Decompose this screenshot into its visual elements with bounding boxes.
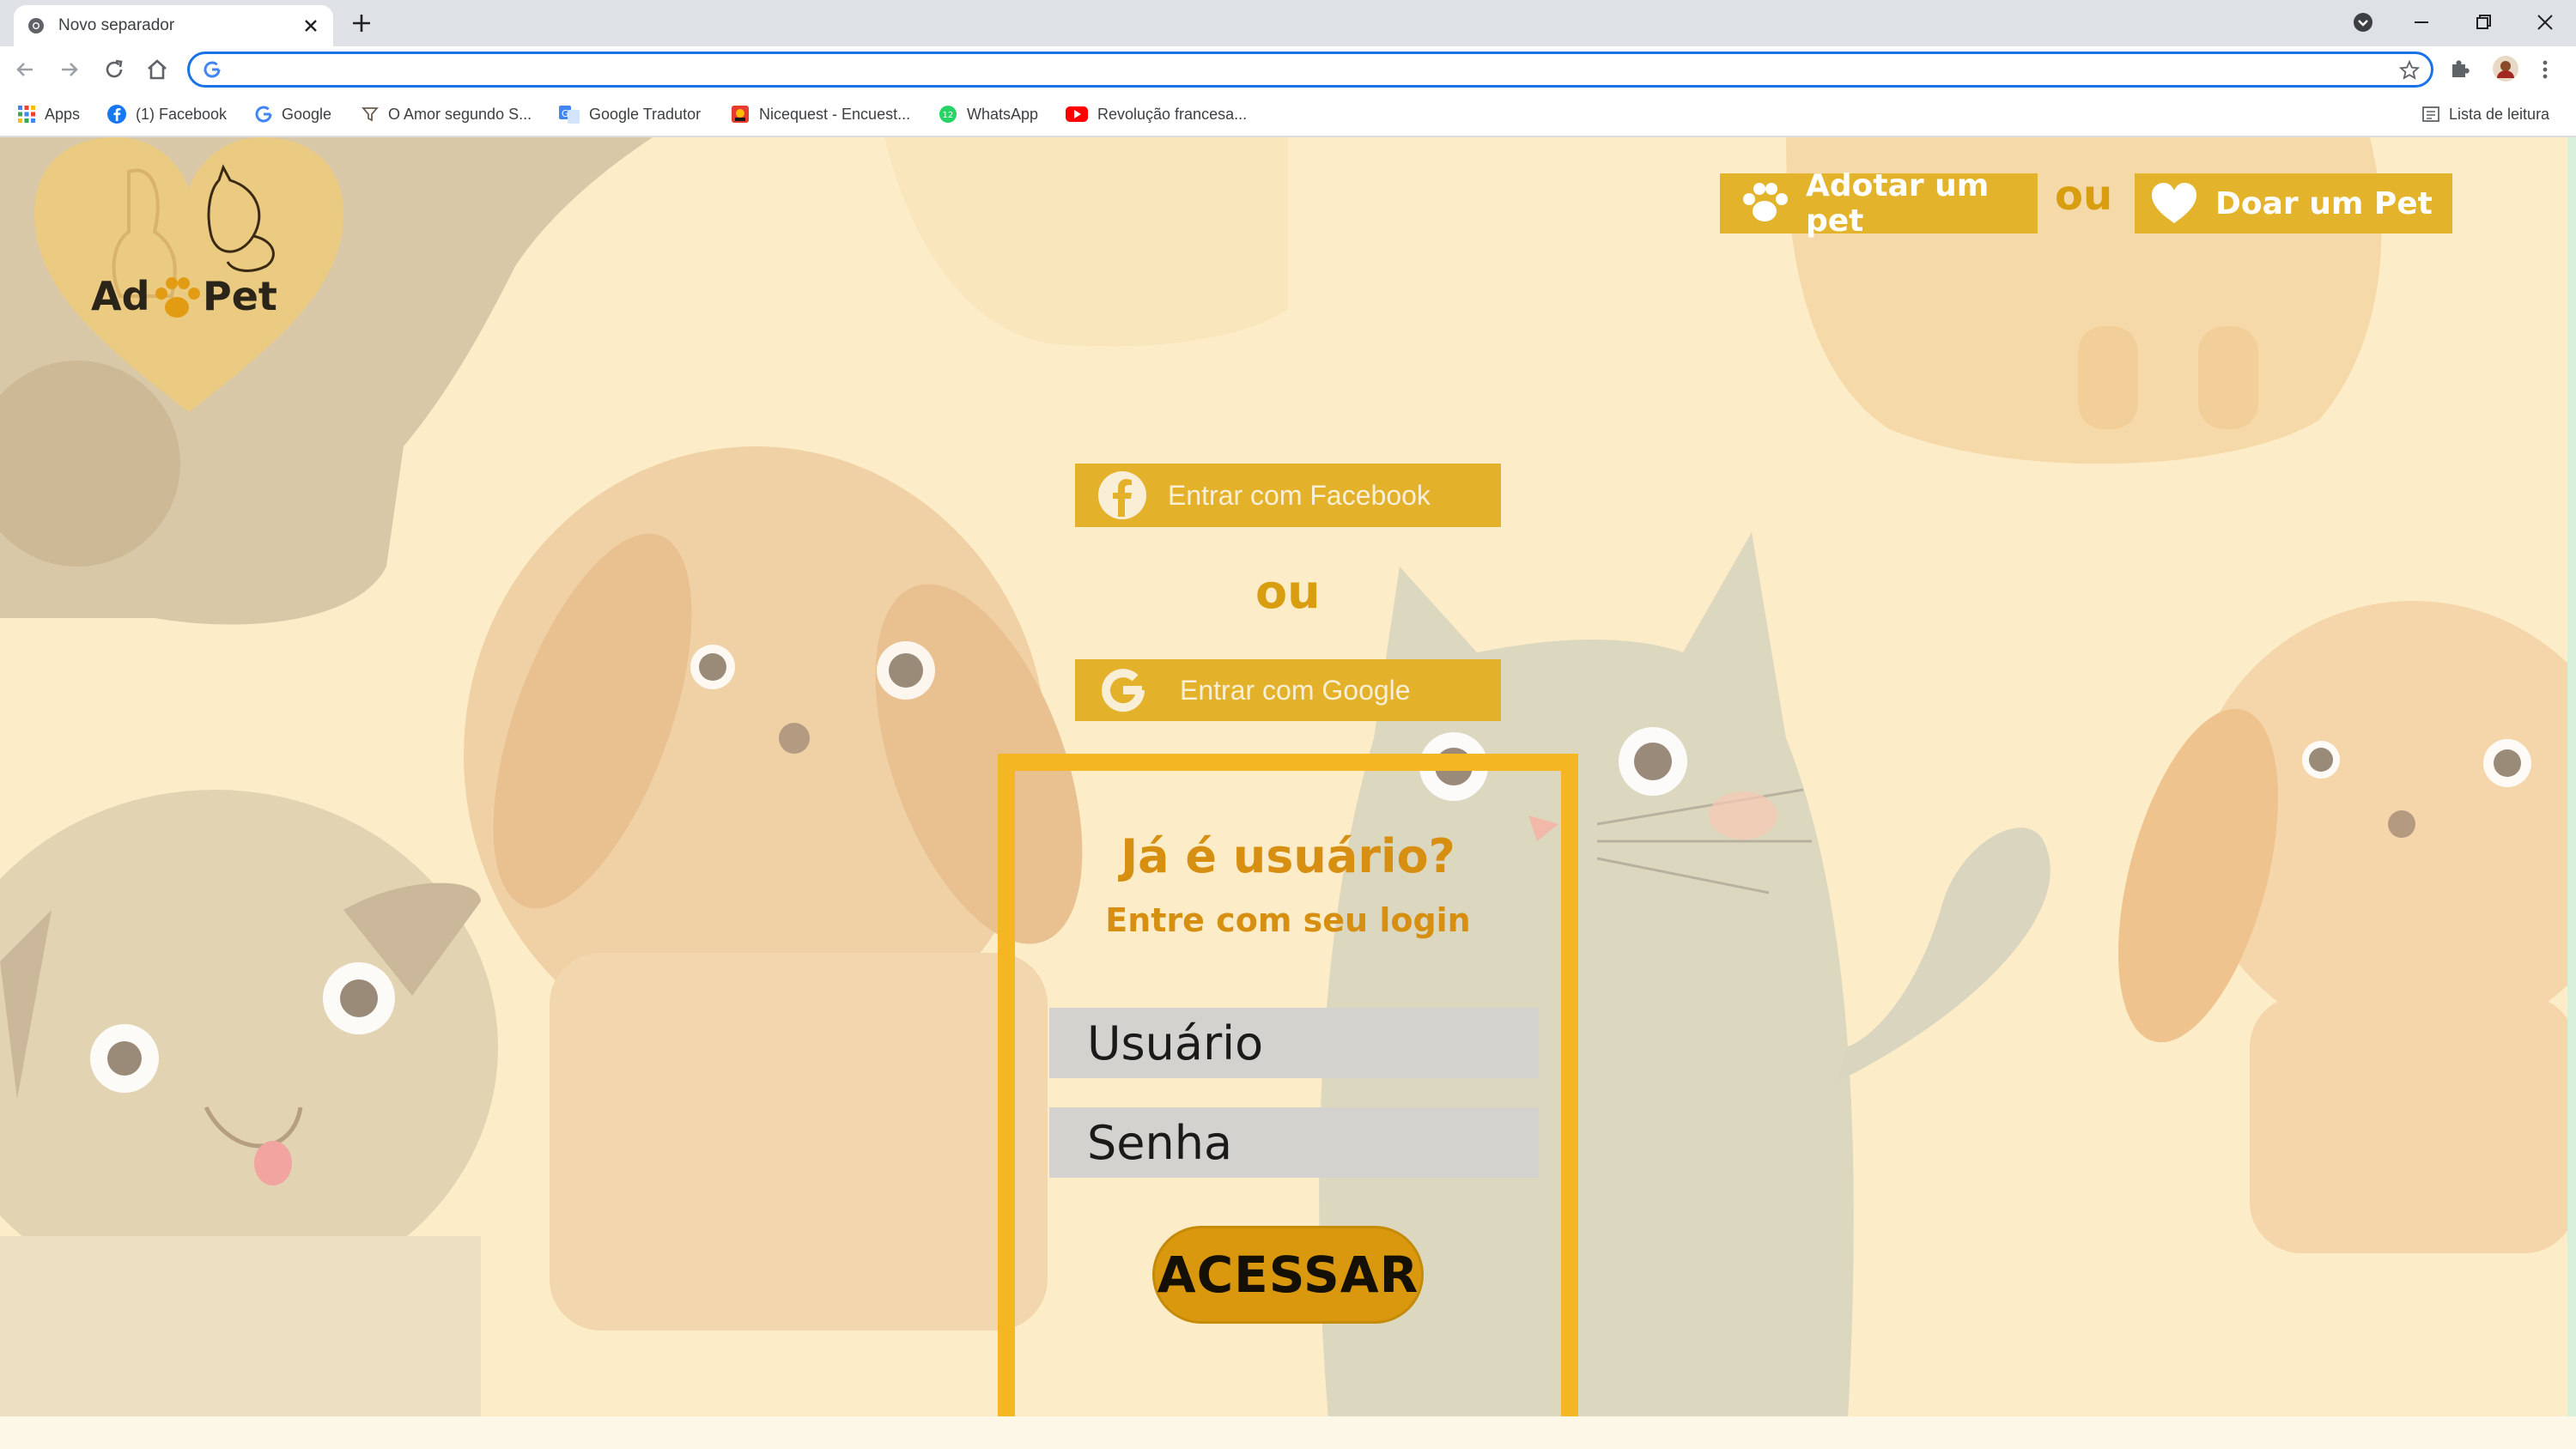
bookmark-star-icon[interactable]: [2398, 59, 2421, 82]
donate-pet-label: Doar um Pet: [2215, 185, 2433, 221]
google-icon: [202, 59, 222, 80]
donate-pet-button[interactable]: Doar um Pet: [2135, 173, 2452, 233]
menu-dots-icon[interactable]: [2535, 57, 2555, 82]
login-form: Já é usuário? Entre com seu login ACESSA…: [998, 754, 1578, 1449]
chrome-tab-icon: [27, 17, 45, 34]
translate-icon: G: [558, 104, 580, 124]
bookmark-label: O Amor segundo S...: [388, 105, 532, 123]
bookmark-nicequest[interactable]: Nicequest - Encuest...: [730, 93, 910, 136]
google-login-button[interactable]: Entrar com Google: [1075, 659, 1501, 721]
whatsapp-icon: 12: [938, 104, 958, 124]
back-icon[interactable]: [12, 57, 38, 82]
youtube-icon: [1065, 105, 1089, 124]
login-title: Já é usuário?: [1121, 829, 1455, 883]
svg-text:G: G: [562, 108, 569, 119]
logo-text-ad: Ad: [91, 273, 150, 319]
bookmark-o-amor[interactable]: O Amor segundo S...: [361, 93, 532, 136]
home-icon[interactable]: [144, 57, 170, 82]
reading-list-label: Lista de leitura: [2449, 105, 2550, 123]
page-right-edge: [2567, 137, 2576, 1416]
minimize-icon[interactable]: [2404, 5, 2439, 39]
browser-toolbar: [0, 46, 2576, 93]
bookmark-google[interactable]: Google: [254, 93, 331, 136]
page-footer-band: [0, 1416, 2576, 1449]
bookmark-facebook[interactable]: (1) Facebook: [106, 93, 227, 136]
bookmark-label: Google: [282, 105, 332, 123]
bookmark-label: (1) Facebook: [136, 105, 228, 123]
profile-avatar-icon[interactable]: [2492, 55, 2519, 82]
bookmark-label: WhatsApp: [967, 105, 1039, 123]
adopet-logo[interactable]: Ad Pet: [34, 137, 343, 421]
tab-search-icon[interactable]: [2346, 5, 2380, 39]
facebook-icon: [1097, 470, 1147, 520]
google-icon: [254, 105, 273, 124]
logo-text-pet: Pet: [203, 273, 277, 319]
reload-icon[interactable]: [101, 57, 127, 82]
header-or-text: ou: [2055, 172, 2113, 220]
adopt-pet-button[interactable]: Adotar um pet: [1720, 168, 2038, 239]
bookmarks-bar: Apps (1) Facebook Google O Amor segundo …: [0, 93, 2576, 137]
bookmark-whatsapp[interactable]: 12 WhatsApp: [938, 93, 1038, 136]
submit-button[interactable]: ACESSAR: [1152, 1226, 1424, 1324]
reading-list-icon: [2421, 105, 2440, 124]
bookmark-label: Nicequest - Encuest...: [759, 105, 911, 123]
restore-icon[interactable]: [2466, 5, 2500, 39]
browser-tab-bar: Novo separador: [0, 0, 2576, 46]
page-content: Ad Pet Adotar um pet ou Doar um Pet Entr…: [0, 137, 2576, 1449]
paw-icon: [1741, 182, 1789, 225]
bookmark-google-tradutor[interactable]: G Google Tradutor: [558, 93, 701, 136]
adopt-pet-label: Adotar um pet: [1806, 168, 1990, 239]
address-bar[interactable]: [187, 52, 2433, 88]
login-subtitle: Entre com seu login: [1105, 901, 1471, 939]
password-input[interactable]: [1049, 1107, 1539, 1178]
bookmark-apps[interactable]: Apps: [17, 93, 80, 136]
apps-grid-icon: [17, 105, 36, 124]
close-tab-icon[interactable]: [301, 15, 321, 36]
google-icon: [1097, 664, 1149, 716]
bookmark-label: Google Tradutor: [589, 105, 702, 123]
extensions-puzzle-icon[interactable]: [2447, 57, 2471, 81]
bookmark-label: Revolução francesa...: [1097, 105, 1248, 123]
svg-text:12: 12: [943, 111, 954, 120]
username-input[interactable]: [1049, 1008, 1539, 1078]
paw-icon: [151, 275, 203, 323]
reading-list[interactable]: Lista de leitura: [2421, 93, 2549, 136]
bookmark-label: Apps: [45, 105, 81, 123]
nicequest-icon: [730, 104, 750, 124]
forward-icon[interactable]: [57, 57, 82, 82]
tab-title: Novo separador: [58, 16, 175, 34]
social-or-text: ou: [1255, 565, 1321, 619]
new-tab-icon[interactable]: [350, 12, 373, 34]
address-input[interactable]: [233, 56, 2366, 85]
bookmark-revolucao[interactable]: Revolução francesa...: [1065, 93, 1247, 136]
browser-tab[interactable]: Novo separador: [14, 5, 333, 46]
google-login-label: Entrar com Google: [1180, 674, 1411, 706]
facebook-login-button[interactable]: Entrar com Facebook: [1075, 464, 1501, 527]
heart-icon: [2150, 182, 2198, 225]
filter-icon: [361, 105, 380, 124]
facebook-icon: [106, 104, 127, 124]
close-window-icon[interactable]: [2528, 5, 2562, 39]
facebook-login-label: Entrar com Facebook: [1168, 479, 1431, 511]
